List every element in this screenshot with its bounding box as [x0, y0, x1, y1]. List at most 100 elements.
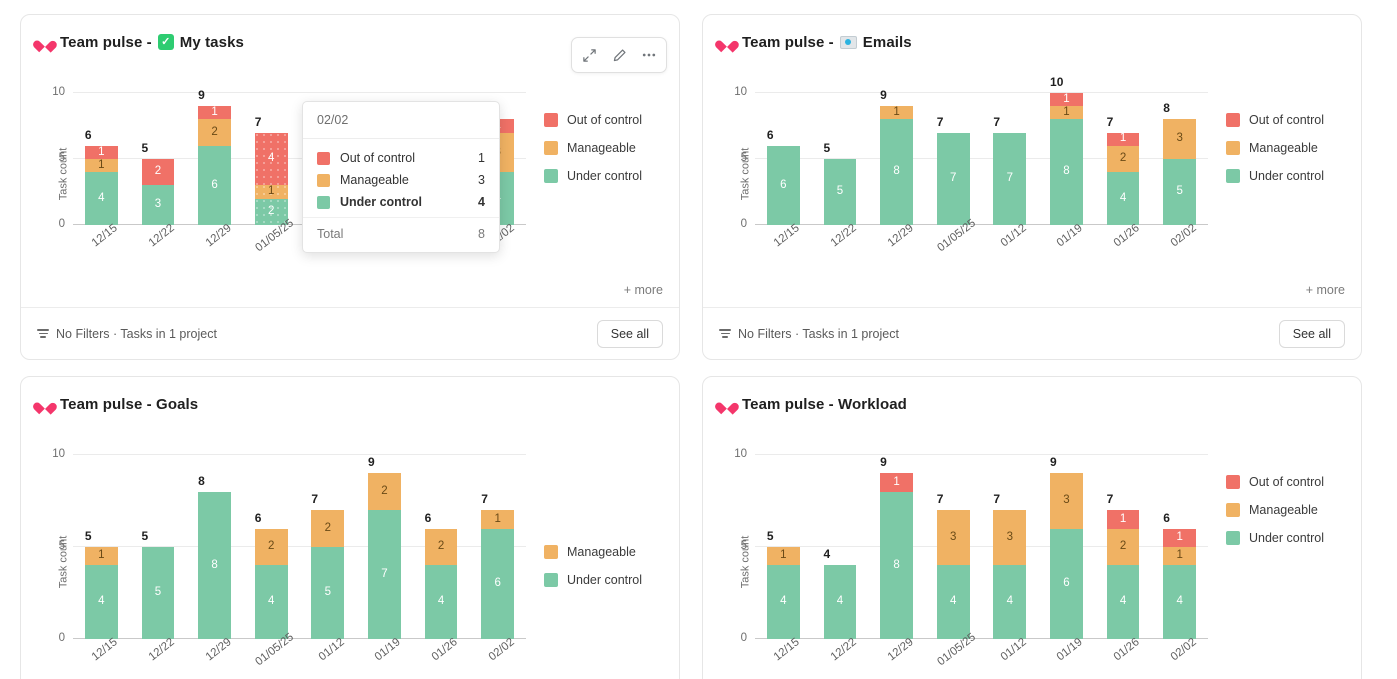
segment-man-01/05/25[interactable]: 1	[254, 185, 288, 199]
see-all-button[interactable]: See all	[1278, 319, 1345, 348]
legend-item-manageable[interactable]: Manageable	[1226, 503, 1351, 517]
bar-12/22[interactable]: 23 5	[141, 141, 175, 225]
segment-man-12/15[interactable]: 1	[84, 547, 118, 566]
segment-und-12/29[interactable]: 6	[198, 145, 231, 226]
segment-und-12/29[interactable]: 8	[198, 491, 231, 639]
more-link[interactable]: + more	[703, 283, 1361, 307]
segment-man-12/29[interactable]: 2	[198, 119, 231, 146]
bar-12/22[interactable]: 44	[823, 547, 857, 639]
segment-out-01/19[interactable]: 1	[1050, 93, 1083, 107]
segment-und-01/12[interactable]: 7	[993, 132, 1027, 225]
segment-out-12/22[interactable]: 2	[141, 159, 175, 186]
segment-out-12/29[interactable]: 1	[880, 473, 913, 492]
segment-und-12/15[interactable]: 4	[84, 565, 118, 639]
legend-item-manageable[interactable]: Manageable	[544, 545, 669, 559]
bar-01/05/25[interactable]: 77	[936, 115, 970, 225]
segment-man-02/02[interactable]: 3	[1163, 119, 1197, 159]
bar-01/05/25[interactable]: 24 6	[254, 511, 288, 639]
more-link[interactable]: + more	[21, 283, 679, 307]
legend-item-under_control[interactable]: Under control	[544, 573, 669, 587]
bar-12/15[interactable]: 1146	[84, 128, 118, 226]
segment-und-01/12[interactable]: 4	[993, 565, 1027, 639]
segment-man-01/26[interactable]: 2	[1106, 528, 1140, 566]
segment-out-01/05/25[interactable]: 4	[254, 132, 288, 186]
segment-und-12/15[interactable]: 4	[84, 172, 118, 226]
legend-item-under_control[interactable]: Under control	[544, 169, 669, 183]
segment-und-12/15[interactable]: 4	[766, 565, 800, 639]
segment-und-01/19[interactable]: 7	[368, 510, 401, 639]
segment-man-01/12[interactable]: 2	[311, 510, 345, 547]
bar-12/29[interactable]: 18 9	[880, 88, 913, 225]
segment-und-01/26[interactable]: 4	[1106, 172, 1140, 225]
bar-12/15[interactable]: 14 5	[766, 529, 800, 639]
legend-item-under_control[interactable]: Under control	[1226, 531, 1351, 545]
bar-01/26[interactable]: 124 7	[1106, 492, 1140, 639]
segment-man-02/02[interactable]: 1	[481, 510, 515, 529]
segment-und-12/22[interactable]: 5	[823, 159, 857, 225]
segment-und-01/05/25[interactable]: 4	[936, 565, 970, 639]
legend-item-out_of_control[interactable]: Out of control	[1226, 113, 1351, 127]
segment-und-12/22[interactable]: 4	[823, 565, 857, 639]
legend-item-manageable[interactable]: Manageable	[1226, 141, 1351, 155]
segment-man-01/26[interactable]: 2	[424, 528, 458, 566]
segment-und-02/02[interactable]: 4	[1163, 565, 1197, 640]
legend-item-under_control[interactable]: Under control	[1226, 169, 1351, 183]
segment-und-02/02[interactable]: 6	[481, 528, 515, 639]
segment-man-01/26[interactable]: 2	[1106, 145, 1140, 173]
segment-man-02/02[interactable]: 1	[1163, 547, 1197, 566]
segment-und-12/22[interactable]: 3	[141, 185, 175, 225]
segment-out-02/02[interactable]: 1	[1163, 528, 1197, 548]
segment-man-12/29[interactable]: 1	[880, 106, 913, 120]
bar-01/12[interactable]: 34 7	[993, 492, 1027, 639]
bar-12/29[interactable]: 88	[198, 474, 231, 639]
segment-man-01/19[interactable]: 1	[1050, 106, 1083, 120]
filters-summary[interactable]: No Filters · Tasks in 1 project	[37, 327, 217, 341]
bar-02/02[interactable]: 1146	[1163, 511, 1197, 640]
segment-und-12/15[interactable]: 6	[766, 145, 800, 225]
segment-und-01/12[interactable]: 5	[311, 547, 345, 639]
bar-12/15[interactable]: 14 5	[84, 529, 118, 639]
bar-01/05/25[interactable]: 34 7	[936, 492, 970, 639]
legend-item-manageable[interactable]: Manageable	[544, 141, 669, 155]
see-all-button[interactable]: See all	[596, 319, 663, 348]
segment-und-01/26[interactable]: 4	[424, 565, 458, 639]
bar-12/22[interactable]: 55	[141, 529, 175, 639]
segment-man-01/19[interactable]: 2	[368, 473, 401, 511]
bar-12/15[interactable]: 66	[766, 128, 800, 225]
segment-man-01/05/25[interactable]: 2	[254, 528, 288, 566]
segment-out-01/26[interactable]: 1	[1106, 510, 1140, 529]
segment-man-01/05/25[interactable]: 3	[936, 510, 970, 566]
bar-01/05/25[interactable]: 4127	[254, 115, 288, 225]
segment-man-12/15[interactable]: 1	[766, 547, 800, 566]
bar-01/12[interactable]: 25 7	[311, 492, 345, 639]
bar-01/19[interactable]: 36 9	[1050, 455, 1083, 639]
bar-01/26[interactable]: 124 7	[1106, 115, 1140, 225]
segment-und-12/22[interactable]: 5	[141, 547, 175, 639]
segment-und-01/26[interactable]: 4	[1106, 565, 1140, 639]
bar-12/29[interactable]: 18 9	[880, 455, 913, 639]
legend-item-out_of_control[interactable]: Out of control	[544, 113, 669, 127]
segment-out-01/26[interactable]: 1	[1106, 132, 1140, 146]
bar-12/29[interactable]: 126 9	[198, 88, 231, 226]
segment-out-12/15[interactable]: 1	[84, 145, 118, 160]
bar-12/22[interactable]: 55	[823, 141, 857, 225]
segment-man-01/12[interactable]: 3	[993, 510, 1027, 566]
filters-summary[interactable]: No Filters · Tasks in 1 project	[719, 327, 899, 341]
segment-und-12/29[interactable]: 8	[880, 119, 913, 225]
segment-out-12/29[interactable]: 1	[198, 106, 231, 120]
bar-01/19[interactable]: 1 1 8 10	[1050, 75, 1083, 225]
bar-01/19[interactable]: 27 9	[368, 455, 401, 639]
bar-02/02[interactable]: 35 8	[1163, 101, 1197, 225]
bar-02/02[interactable]: 16 7	[481, 492, 515, 639]
segment-und-02/02[interactable]: 5	[1163, 159, 1197, 225]
segment-und-01/19[interactable]: 6	[1050, 528, 1083, 639]
legend-item-out_of_control[interactable]: Out of control	[1226, 475, 1351, 489]
segment-man-12/15[interactable]: 1	[84, 159, 118, 173]
segment-und-01/05/25[interactable]: 4	[254, 565, 288, 639]
bar-01/26[interactable]: 24 6	[424, 511, 458, 639]
segment-und-01/19[interactable]: 8	[1050, 119, 1083, 225]
segment-und-01/05/25[interactable]: 7	[936, 132, 970, 225]
segment-man-01/19[interactable]: 3	[1050, 473, 1083, 529]
segment-und-12/29[interactable]: 8	[880, 491, 913, 639]
bar-01/12[interactable]: 77	[993, 115, 1027, 225]
